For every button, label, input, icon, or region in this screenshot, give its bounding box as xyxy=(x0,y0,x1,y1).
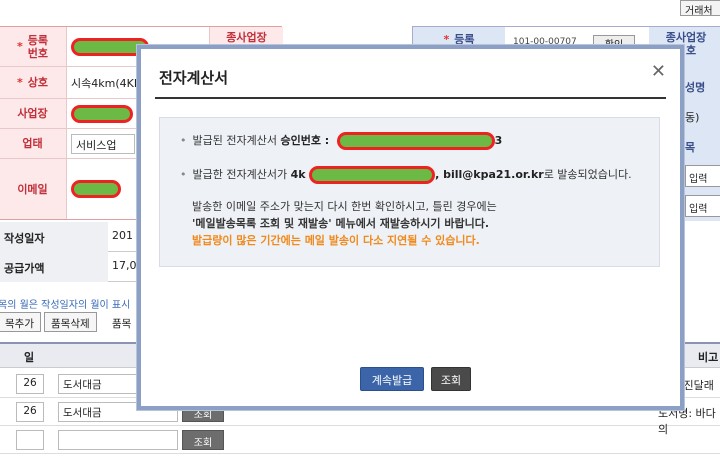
month-note: 목의 월은 작성일자의 월이 표시 xyxy=(0,300,131,311)
supplier-reg-label: * 등록 번호 xyxy=(0,27,67,66)
partner-button[interactable]: 거래처 xyxy=(680,0,720,17)
buyer-name-label: 성명 xyxy=(685,81,706,94)
title-divider xyxy=(155,97,666,99)
item-label: 품목 xyxy=(112,318,132,330)
day-input[interactable]: 26 xyxy=(16,374,44,394)
write-date-label: 작성일자 xyxy=(0,222,108,252)
supplier-business-value: 서비스업 xyxy=(71,129,135,158)
delay-warning-text: 발급량이 많은 기간에는 메일 발송이 다소 지연될 수 있습니다. xyxy=(192,234,480,247)
delete-item-button[interactable]: 품목삭제 xyxy=(44,312,97,332)
supply-amount-label: 공급가액 xyxy=(0,252,108,282)
email-sent-line: • 발급한 전자계산서가 4k , bill@kpa21.or.kr로 발송되었습… xyxy=(180,166,632,184)
item-lookup-button[interactable]: 조회 xyxy=(182,430,224,450)
supplier-email-label: 이메일 xyxy=(0,159,67,219)
buyer-input-1[interactable]: 입력 xyxy=(685,165,720,187)
header-note: 비고 xyxy=(698,351,719,364)
item-name-input[interactable] xyxy=(58,430,178,450)
approval-number-line: • 발급된 전자계산서 승인번호 : 3 xyxy=(180,132,502,150)
close-icon[interactable]: ✕ xyxy=(651,61,666,82)
check-email-text: 발송한 이메일 주소가 맞는지 다시 한번 확인하시고, 틀린 경우에는 xyxy=(192,200,497,213)
supplier-email-value xyxy=(71,159,121,219)
resend-menu-text: '메일발송목록 조회 및 재발송' 메뉴에서 재발송하시기 바랍니다. xyxy=(192,217,490,230)
redaction-mark xyxy=(71,180,121,198)
redaction-mark xyxy=(336,132,495,150)
dialog-title: 전자계산서 xyxy=(159,69,229,87)
supplier-address-label: 사업장 xyxy=(0,99,67,128)
supplier-address-value xyxy=(71,99,133,128)
supplier-name-label: * 상호 xyxy=(0,67,67,98)
business-input[interactable]: 서비스업 xyxy=(71,133,135,154)
write-date-value: 201 xyxy=(112,229,133,242)
supplier-business-label: 업태 xyxy=(0,129,67,158)
continue-issue-button[interactable]: 계속발급 xyxy=(360,367,424,391)
redaction-mark xyxy=(71,104,133,123)
lookup-button[interactable]: 조회 xyxy=(431,367,471,391)
day-input[interactable] xyxy=(16,430,44,450)
day-input[interactable]: 26 xyxy=(16,402,44,422)
table-row: 조회 xyxy=(0,426,720,454)
buyer-address-suffix: 동) xyxy=(685,111,700,124)
e-invoice-dialog: 전자계산서 ✕ • 발급된 전자계산서 승인번호 : 3 • 발급한 전자계산서가 … xyxy=(137,45,684,410)
supplier-name-value: 시속4km(4KM xyxy=(71,76,144,90)
buyer-input-2[interactable]: 입력 xyxy=(685,195,720,217)
add-item-button[interactable]: 목추가 xyxy=(0,312,41,332)
page: 거래처 *등록 번호 종사업장 번호 *상호 시속4km(4KM 사업장 업태 … xyxy=(0,0,720,464)
header-day: 일 xyxy=(24,351,35,364)
result-info-box: • 발급된 전자계산서 승인번호 : 3 • 발급한 전자계산서가 4k , bil… xyxy=(159,117,660,267)
buyer-type-label: 목 xyxy=(685,141,696,154)
redaction-mark xyxy=(309,166,436,184)
